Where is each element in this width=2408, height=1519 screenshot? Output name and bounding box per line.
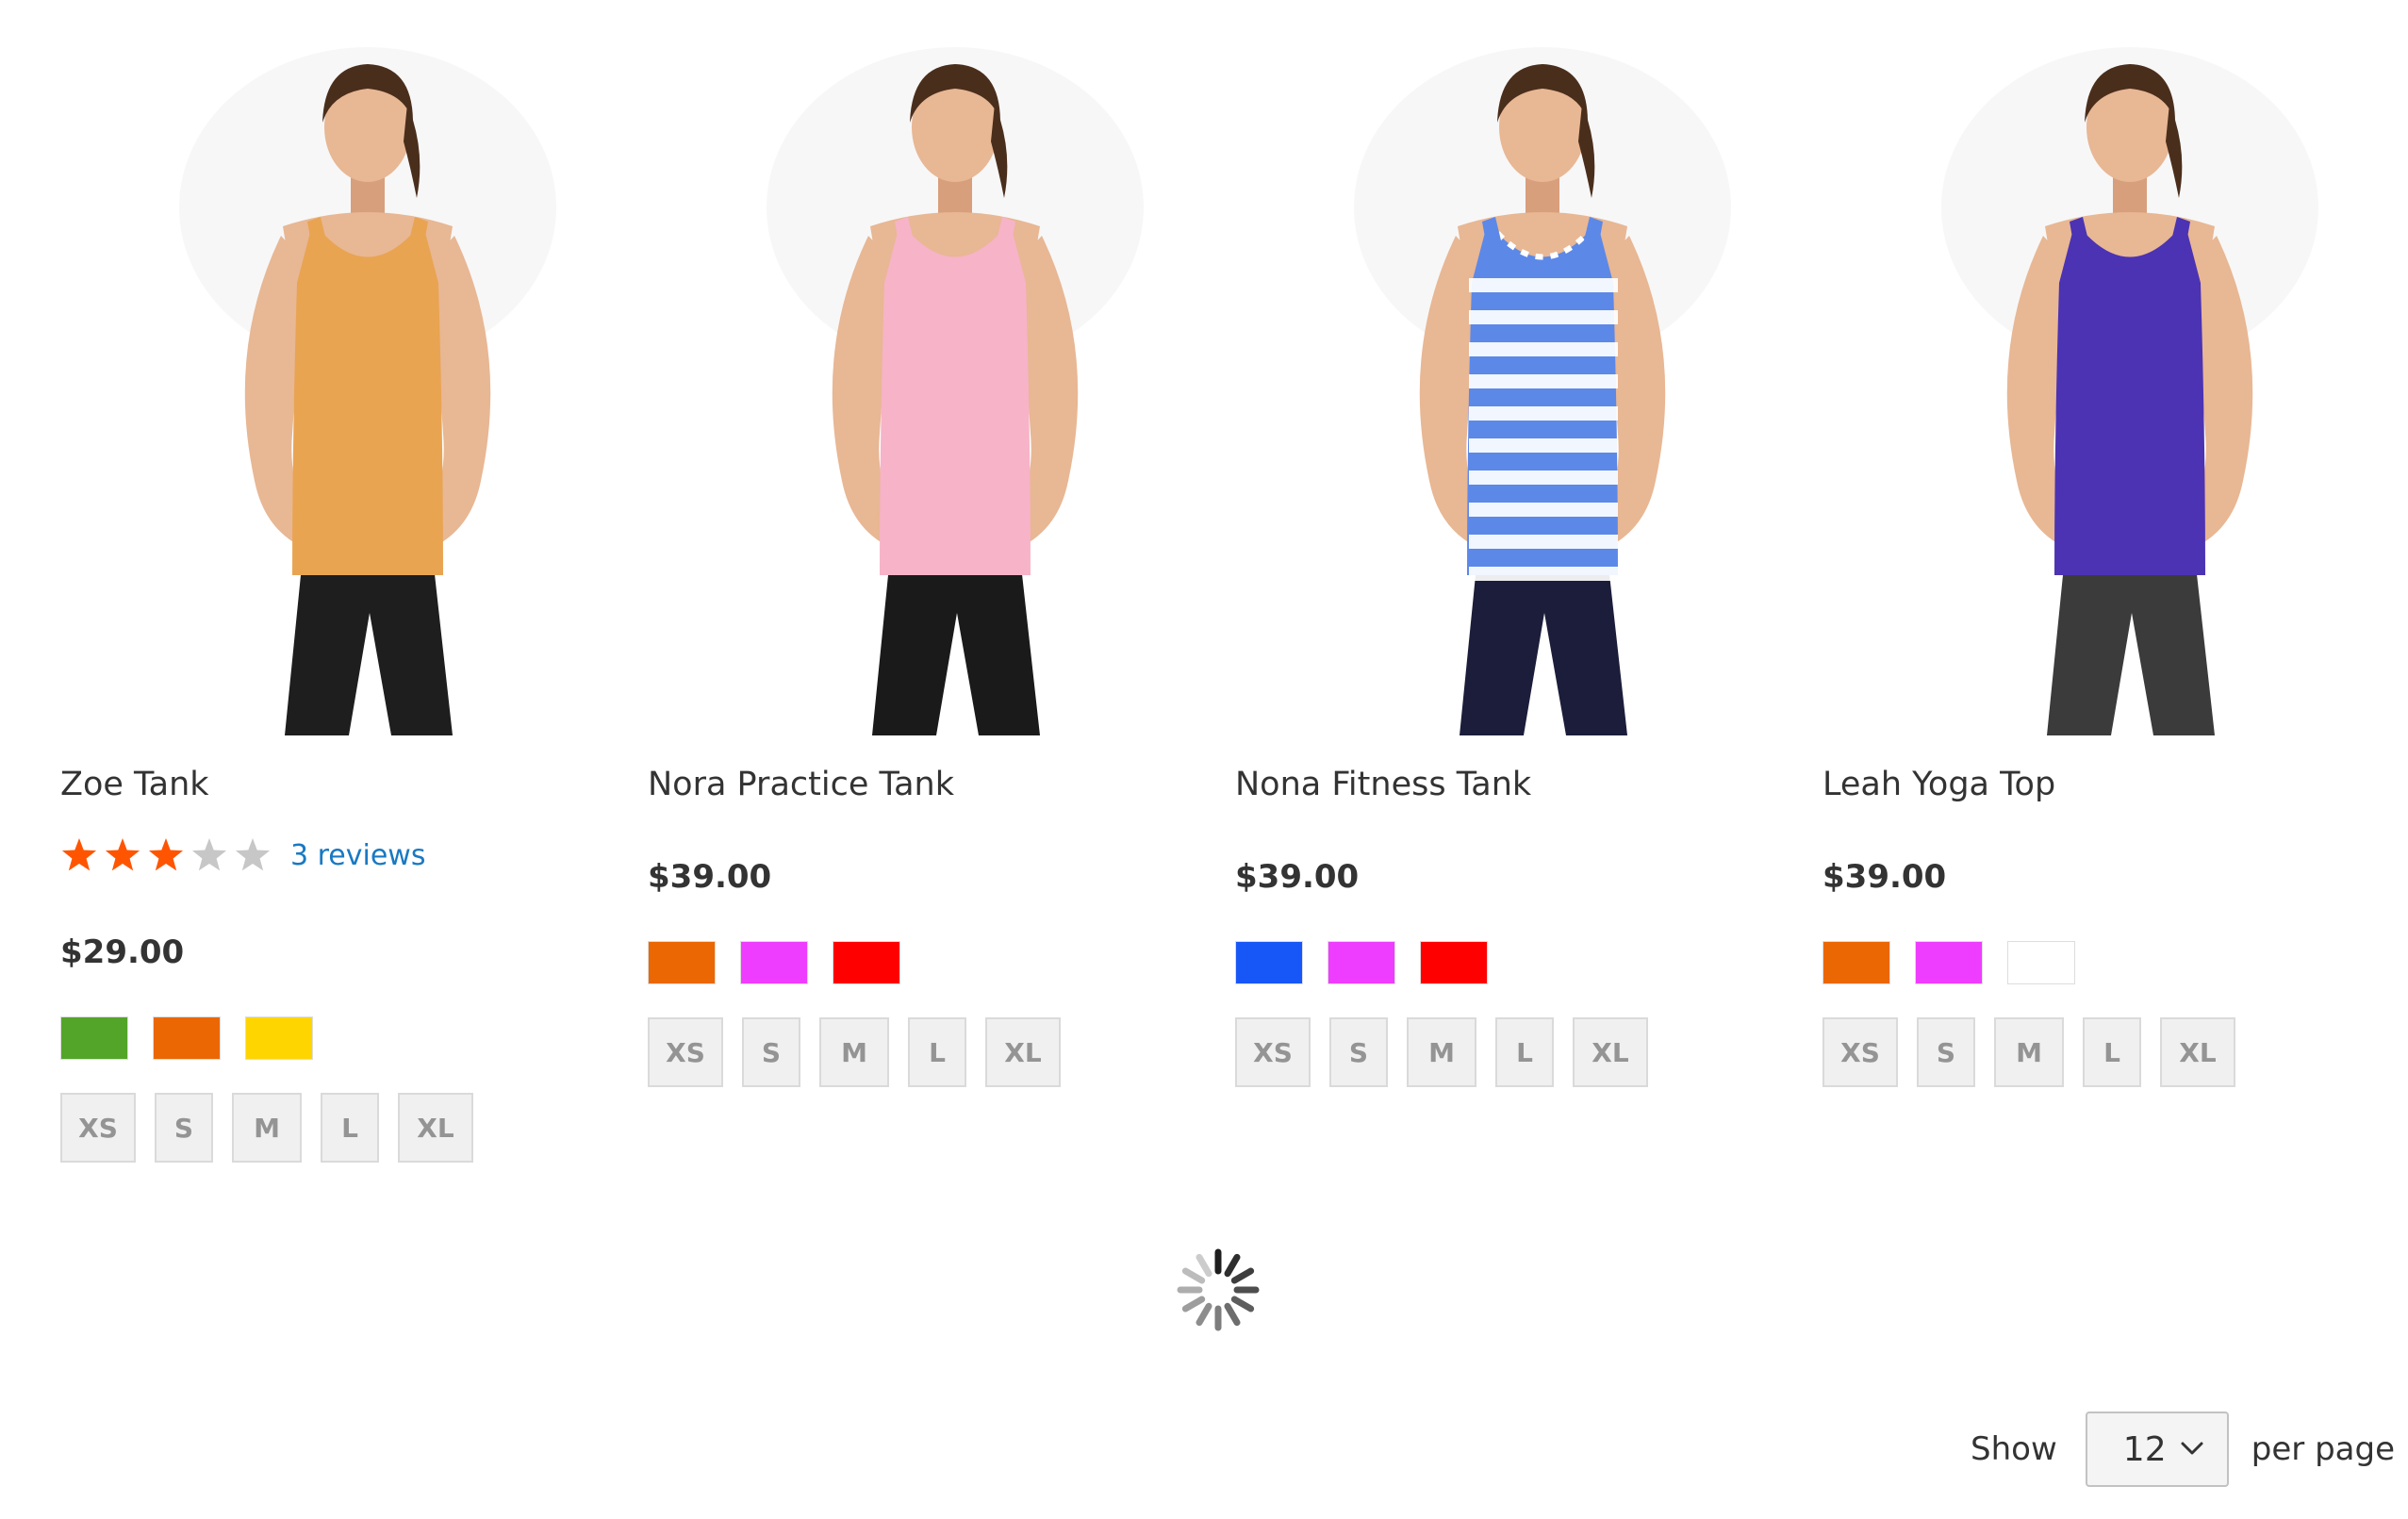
product-image[interactable] <box>701 38 1210 735</box>
product-name[interactable]: Nona Fitness Tank <box>1235 766 1531 803</box>
rating-stars <box>61 838 271 871</box>
spinner-segment <box>1196 1302 1212 1327</box>
size-swatches: XS S M L XL <box>648 1017 1061 1087</box>
chevron-down-icon <box>2181 1442 2203 1455</box>
spinner-segment <box>1230 1296 1255 1313</box>
size-swatch-xs[interactable]: XS <box>1822 1017 1898 1087</box>
spinner-segment <box>1230 1267 1255 1284</box>
spinner-segment <box>1224 1302 1241 1327</box>
rating-star <box>235 838 271 871</box>
limiter: Show 12 per page <box>1971 1410 2395 1489</box>
product-price: $39.00 <box>1822 858 1947 896</box>
product-price: $39.00 <box>1235 858 1360 896</box>
rating-star <box>191 838 227 871</box>
product-card: Leah Yoga Top $39.00 XS S M L XL <box>1819 38 2384 1169</box>
size-swatch-l[interactable]: L <box>1495 1017 1554 1087</box>
color-swatch-purple[interactable] <box>740 941 808 984</box>
color-swatches <box>1822 941 2075 984</box>
size-swatch-s[interactable]: S <box>1329 1017 1388 1087</box>
size-swatch-xs[interactable]: XS <box>60 1093 136 1163</box>
spinner-segment <box>1196 1253 1212 1278</box>
size-swatch-s[interactable]: S <box>742 1017 800 1087</box>
size-swatch-s[interactable]: S <box>155 1093 213 1163</box>
size-swatch-xl[interactable]: XL <box>2160 1017 2235 1087</box>
limiter-value: 12 <box>2122 1429 2167 1469</box>
size-swatches: XS S M L XL <box>60 1093 473 1163</box>
product-image[interactable] <box>1875 38 2384 735</box>
size-swatch-xl[interactable]: XL <box>398 1093 473 1163</box>
color-swatch-white[interactable] <box>2007 941 2075 984</box>
spinner-segment <box>1181 1296 1206 1313</box>
size-swatch-m[interactable]: M <box>819 1017 889 1087</box>
size-swatch-xs[interactable]: XS <box>1235 1017 1311 1087</box>
limiter-select[interactable]: 12 <box>2085 1412 2229 1487</box>
color-swatch-orange[interactable] <box>1822 941 1890 984</box>
color-swatch-green[interactable] <box>60 1016 128 1060</box>
size-swatch-m[interactable]: M <box>1994 1017 2064 1087</box>
product-grid: Zoe Tank 3 reviews $29.00 XS S M L XL No… <box>0 0 2408 1188</box>
color-swatch-yellow[interactable] <box>245 1016 313 1060</box>
product-name[interactable]: Nora Practice Tank <box>648 766 954 803</box>
rating-summary: 3 reviews <box>60 832 425 879</box>
size-swatches: XS S M L XL <box>1235 1017 1648 1087</box>
size-swatch-xl[interactable]: XL <box>985 1017 1061 1087</box>
size-swatch-l[interactable]: L <box>2083 1017 2141 1087</box>
size-swatches: XS S M L XL <box>1822 1017 2235 1087</box>
spinner-segment <box>1224 1253 1241 1278</box>
color-swatch-orange[interactable] <box>153 1016 221 1060</box>
product-card: Nora Practice Tank $39.00 XS S M L XL <box>644 38 1210 1169</box>
size-swatch-s[interactable]: S <box>1917 1017 1975 1087</box>
product-card: Nona Fitness Tank $39.00 XS S M L XL <box>1231 38 1797 1169</box>
rating-star <box>148 838 184 871</box>
color-swatches <box>60 1016 313 1060</box>
size-swatch-m[interactable]: M <box>232 1093 302 1163</box>
color-swatches <box>1235 941 1488 984</box>
size-swatch-xl[interactable]: XL <box>1573 1017 1648 1087</box>
color-swatch-orange[interactable] <box>648 941 716 984</box>
product-price: $29.00 <box>60 933 185 971</box>
size-swatch-l[interactable]: L <box>908 1017 966 1087</box>
spinner-icon <box>1177 1248 1260 1331</box>
product-card: Zoe Tank 3 reviews $29.00 XS S M L XL <box>57 38 622 1169</box>
reviews-link[interactable]: 3 reviews <box>290 839 425 872</box>
limiter-per-page-label: per page <box>2251 1430 2395 1468</box>
size-swatch-m[interactable]: M <box>1407 1017 1476 1087</box>
color-swatch-red[interactable] <box>833 941 900 984</box>
size-swatch-xs[interactable]: XS <box>648 1017 723 1087</box>
rating-star <box>61 838 97 871</box>
product-price: $39.00 <box>648 858 772 896</box>
product-name[interactable]: Zoe Tank <box>60 766 209 803</box>
rating-star <box>105 838 140 871</box>
color-swatch-red[interactable] <box>1420 941 1488 984</box>
product-image[interactable] <box>1288 38 1797 735</box>
color-swatch-purple[interactable] <box>1328 941 1395 984</box>
product-name[interactable]: Leah Yoga Top <box>1822 766 2055 803</box>
spinner-segment <box>1181 1267 1206 1284</box>
product-image[interactable] <box>113 38 622 735</box>
color-swatch-purple[interactable] <box>1915 941 1983 984</box>
color-swatch-blue[interactable] <box>1235 941 1303 984</box>
size-swatch-l[interactable]: L <box>321 1093 379 1163</box>
limiter-show-label: Show <box>1971 1430 2057 1468</box>
color-swatches <box>648 941 900 984</box>
